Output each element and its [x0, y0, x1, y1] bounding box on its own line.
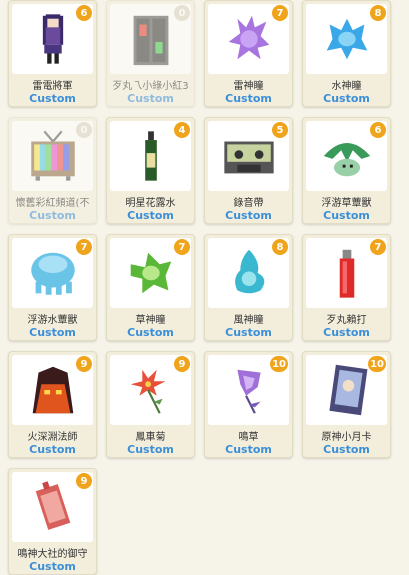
- sticker-grid: 6 雷電將軍 Custom 0 歹丸乁小綠小紅3 Custom 7 雷神瞳 Cu…: [8, 0, 391, 575]
- sticker-card[interactable]: 6 雷電將軍 Custom: [8, 0, 97, 107]
- custom-link[interactable]: Custom: [107, 443, 194, 456]
- sticker-name: 雷電將軍: [32, 81, 73, 92]
- sticker-card[interactable]: 10 原神小月卡 Custom: [302, 351, 391, 458]
- sticker-card[interactable]: 6 浮游草蕈獸 Custom: [302, 117, 391, 224]
- count-badge: 10: [270, 356, 288, 372]
- sticker-name: 鳴神大社的御守: [17, 549, 88, 560]
- traffic-light-icon: [133, 15, 168, 66]
- hydroculus-icon: [326, 18, 367, 60]
- sticker-name: 歹丸乁小綠小紅3: [112, 81, 189, 92]
- sticker-card[interactable]: 7 雷神瞳 Custom: [204, 0, 293, 107]
- custom-link[interactable]: Custom: [303, 326, 390, 339]
- custom-link[interactable]: Custom: [205, 443, 292, 456]
- custom-link[interactable]: Custom: [9, 92, 96, 105]
- sticker-card[interactable]: 7 歹丸賴打 Custom: [302, 234, 391, 341]
- anemoculus-icon: [234, 249, 264, 294]
- custom-link[interactable]: Custom: [303, 92, 390, 105]
- custom-link[interactable]: Custom: [303, 443, 390, 456]
- sticker-card[interactable]: 0 歹丸乁小綠小紅3 Custom: [106, 0, 195, 107]
- sticker-card[interactable]: 5 錄音帶 Custom: [204, 117, 293, 224]
- count-badge: 0: [174, 5, 190, 21]
- sticker-card[interactable]: 4 明星花露水 Custom: [106, 117, 195, 224]
- count-badge: 7: [76, 239, 92, 255]
- sticker-name: 浮游水蕈獸: [27, 315, 78, 326]
- raiden-shogun-icon: [42, 14, 63, 64]
- retro-tv-icon: [30, 130, 75, 181]
- count-badge: 9: [76, 473, 92, 489]
- sticker-card[interactable]: 10 鳴草 Custom: [204, 351, 293, 458]
- dendroculus-icon: [130, 252, 171, 294]
- count-badge: 7: [272, 5, 288, 21]
- sticker-name: 錄音帶: [233, 198, 264, 209]
- custom-link[interactable]: Custom: [9, 560, 96, 573]
- count-badge: 10: [368, 356, 386, 372]
- sticker-name: 歹丸賴打: [326, 315, 367, 326]
- sticker-card[interactable]: 7 草神瞳 Custom: [106, 234, 195, 341]
- custom-link[interactable]: Custom: [9, 209, 96, 222]
- sticker-card[interactable]: 0 懷舊彩紅頻道(不 Custom: [8, 117, 97, 224]
- count-badge: 7: [174, 239, 190, 255]
- custom-link[interactable]: Custom: [205, 92, 292, 105]
- count-badge: 5: [272, 122, 288, 138]
- custom-link[interactable]: Custom: [107, 92, 194, 105]
- count-badge: 4: [174, 122, 190, 138]
- custom-link[interactable]: Custom: [9, 443, 96, 456]
- sticker-name: 原神小月卡: [321, 432, 372, 443]
- sticker-name: 鳳車菊: [135, 432, 166, 443]
- sticker-name: 水神瞳: [331, 81, 362, 92]
- count-badge: 9: [76, 356, 92, 372]
- water-slime-icon: [30, 252, 75, 295]
- sticker-card[interactable]: 8 水神瞳 Custom: [302, 0, 391, 107]
- sticker-card[interactable]: 7 浮游水蕈獸 Custom: [8, 234, 97, 341]
- count-badge: 8: [370, 5, 386, 21]
- omamori-icon: [35, 481, 70, 530]
- flower-icon: [130, 369, 165, 414]
- custom-link[interactable]: Custom: [205, 326, 292, 339]
- sticker-card[interactable]: 8 風神瞳 Custom: [204, 234, 293, 341]
- sticker-name: 草神瞳: [135, 315, 166, 326]
- lighter-icon: [339, 249, 354, 298]
- naku-weed-icon: [236, 369, 261, 414]
- sticker-name: 懷舊彩紅頻道(不: [15, 198, 90, 209]
- abyss-mage-icon: [32, 366, 73, 414]
- cassette-tape-icon: [223, 141, 274, 174]
- moon-card-icon: [328, 364, 367, 416]
- electroculus-icon: [228, 15, 269, 60]
- custom-link[interactable]: Custom: [107, 209, 194, 222]
- custom-link[interactable]: Custom: [205, 209, 292, 222]
- sticker-card[interactable]: 9 鳴神大社的御守 Custom: [8, 468, 97, 575]
- sticker-card[interactable]: 9 火深淵法師 Custom: [8, 351, 97, 458]
- custom-link[interactable]: Custom: [107, 326, 194, 339]
- sticker-name: 雷神瞳: [233, 81, 264, 92]
- sticker-name: 火深淵法師: [27, 432, 78, 443]
- custom-link[interactable]: Custom: [303, 209, 390, 222]
- sticker-name: 明星花露水: [125, 198, 176, 209]
- sticker-name: 鳴草: [238, 432, 259, 443]
- sticker-name: 浮游草蕈獸: [321, 198, 372, 209]
- count-badge: 8: [272, 239, 288, 255]
- grass-slime-icon: [323, 142, 370, 177]
- count-badge: 6: [76, 5, 92, 21]
- count-badge: 0: [76, 122, 92, 138]
- count-badge: 6: [370, 122, 386, 138]
- sticker-name: 風神瞳: [233, 315, 264, 326]
- count-badge: 9: [174, 356, 190, 372]
- count-badge: 7: [370, 239, 386, 255]
- perfume-bottle-icon: [144, 131, 157, 181]
- custom-link[interactable]: Custom: [9, 326, 96, 339]
- sticker-card[interactable]: 9 鳳車菊 Custom: [106, 351, 195, 458]
